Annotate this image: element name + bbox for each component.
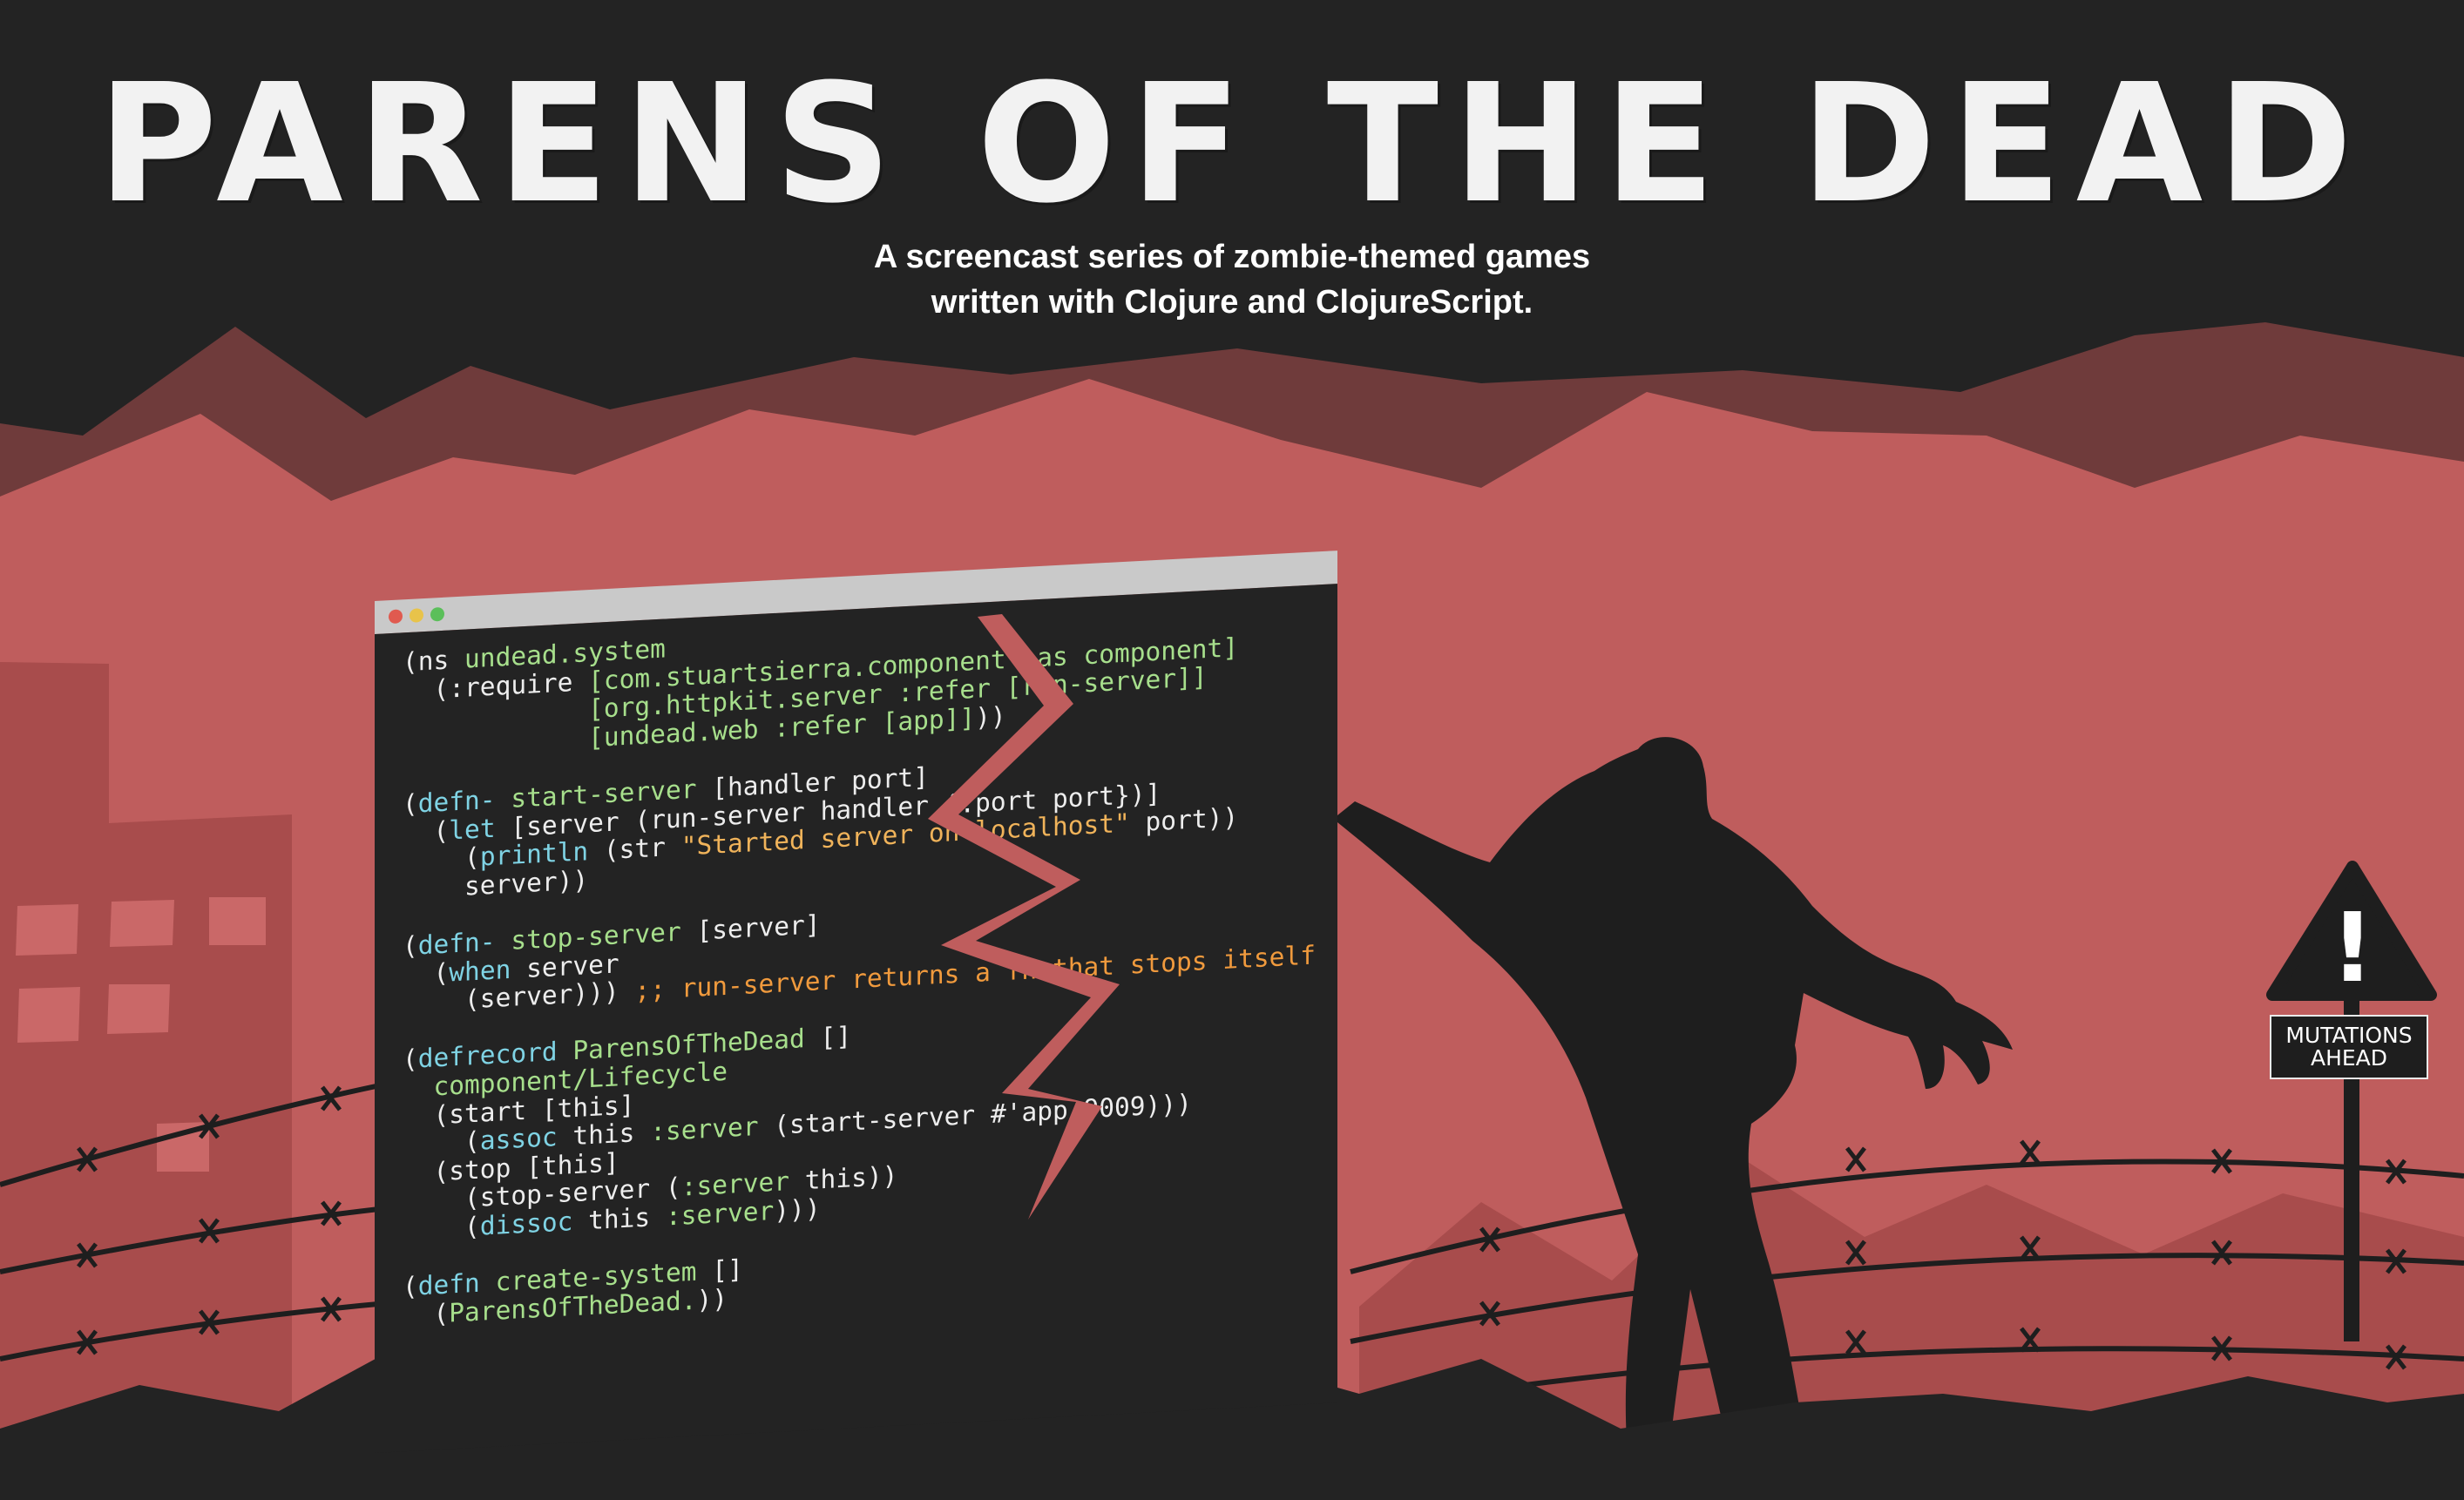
hero-banner: (ns undead.system (:require [com.stuarts…	[0, 0, 2464, 1500]
exclamation-icon: !	[2331, 897, 2374, 993]
subtitle-line-2: written with Clojure and ClojureScript.	[931, 284, 1533, 321]
sign-line-1: MUTATIONS	[2285, 1023, 2413, 1048]
sign-line-2: AHEAD	[2310, 1045, 2388, 1071]
subtitle-line-1: A screencast series of zombie-themed gam…	[873, 239, 1591, 275]
sign-symbol: !	[2331, 897, 2374, 993]
page-title: PARENS OF THE DEAD	[97, 49, 2367, 240]
